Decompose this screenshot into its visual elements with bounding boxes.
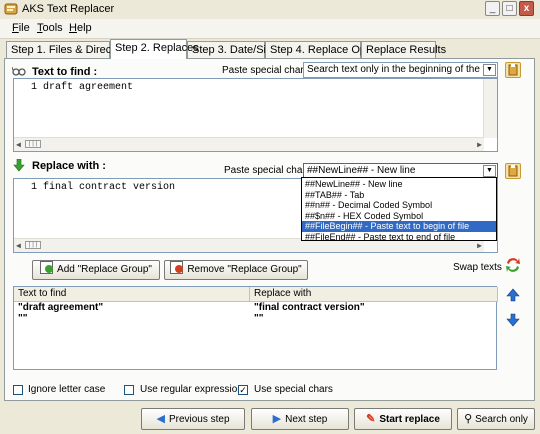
special-char-option[interactable]: ##TAB## - Tab	[302, 190, 496, 201]
remove-replace-group-button[interactable]: Remove "Replace Group"	[164, 260, 308, 280]
next-step-button[interactable]: ▶ Next step	[251, 408, 349, 430]
menu-help-key: H	[69, 22, 77, 34]
ignore-case-checkbox[interactable]	[13, 385, 23, 395]
special-char-value: ##NewLine## - New line	[307, 165, 416, 176]
move-up-button[interactable]	[505, 287, 521, 303]
chevron-down-icon: ▼	[483, 64, 496, 76]
close-button[interactable]: x	[519, 1, 534, 16]
find-text-editor[interactable]: 1 draft agreement ◀ ||| ▶	[13, 78, 498, 152]
find-horizontal-scrollbar[interactable]: ◀ ||| ▶	[14, 137, 484, 151]
cell-replace: "final contract version"	[254, 302, 365, 313]
find-vertical-scrollbar[interactable]	[483, 79, 497, 138]
regex-label: Use regular expressions	[140, 384, 248, 395]
previous-step-label: Previous step	[168, 414, 230, 425]
swap-icon	[506, 258, 520, 272]
hammer-icon: ✎	[366, 413, 376, 425]
scroll-thumb[interactable]: |||	[25, 140, 41, 148]
menu-tools[interactable]: Tools	[37, 22, 63, 34]
special-char-option[interactable]: ##NewLine## - New line	[302, 179, 496, 190]
clipboard-icon	[508, 64, 518, 76]
swap-texts-button[interactable]	[504, 256, 522, 274]
column-header-find[interactable]: Text to find	[14, 287, 250, 302]
tab-replaces[interactable]: Step 2. Replaces	[110, 39, 199, 59]
find-text-value: draft agreement	[43, 82, 134, 93]
menu-file[interactable]: File	[12, 22, 30, 34]
find-mode-select[interactable]: Search text only in the beginning of the…	[303, 62, 498, 78]
search-only-label: Search only	[475, 414, 528, 425]
special-chars-label: Use special chars	[254, 384, 333, 395]
cell-replace: ""	[254, 313, 264, 324]
find-glasses-icon	[12, 66, 26, 76]
column-header-replace[interactable]: Replace with	[250, 287, 498, 302]
tab-replace-options[interactable]: Step 4. Replace Options	[265, 41, 389, 58]
scroll-right-icon: ▶	[477, 242, 482, 251]
add-replace-group-label: Add "Replace Group"	[57, 264, 152, 275]
replace-groups-table: Text to find Replace with "draft agreeme…	[13, 286, 498, 370]
regex-checkbox[interactable]	[124, 385, 134, 395]
menu-help[interactable]: Help	[69, 22, 92, 34]
add-replace-group-button[interactable]: Add "Replace Group"	[32, 260, 160, 280]
special-char-dropdown: ##NewLine## - New line ##TAB## - Tab ##n…	[301, 177, 497, 241]
replace-paste-label: Paste special char	[224, 165, 306, 176]
swap-texts-label: Swap texts	[453, 262, 502, 273]
title-bar: AKS Text Replacer _ □ x	[0, 0, 540, 19]
find-paste-label: Paste special char	[222, 65, 304, 76]
scroll-left-icon: ◀	[16, 242, 21, 251]
find-line-number: 1	[31, 82, 38, 93]
start-replace-label: Start replace	[379, 414, 440, 425]
special-char-option[interactable]: ##$n## - HEX Coded Symbol	[302, 211, 496, 222]
special-char-option-selected[interactable]: ##FileBegin## - Paste text to begin of f…	[302, 221, 496, 232]
remove-replace-group-label: Remove "Replace Group"	[187, 264, 302, 275]
chevron-down-icon: ▼	[483, 165, 496, 177]
arrow-up-icon	[506, 288, 520, 302]
search-icon: ⚲	[464, 413, 473, 425]
arrow-left-icon: ◀	[156, 413, 165, 425]
green-down-arrow-icon	[13, 159, 25, 172]
scroll-right-icon: ▶	[477, 141, 482, 150]
arrow-down-icon	[506, 313, 520, 327]
special-char-option[interactable]: ##FileEnd## - Paste text to end of file	[302, 232, 496, 243]
cell-find: "draft agreement"	[18, 302, 104, 313]
start-replace-button[interactable]: ✎ Start replace	[354, 408, 452, 430]
menu-file-key: F	[12, 22, 19, 34]
minimize-button[interactable]: _	[485, 1, 500, 16]
navigation-bar: ◀ Previous step ▶ Next step ✎ Start replace…	[0, 404, 540, 434]
menu-file-rest: ile	[18, 22, 30, 34]
special-char-option[interactable]: ##n## - Decimal Coded Symbol	[302, 200, 496, 211]
find-mode-value: Search text only in the beginning of the…	[307, 64, 496, 75]
scroll-thumb[interactable]: |||	[25, 241, 41, 249]
table-row[interactable]: "" ""	[14, 313, 496, 325]
replace-label: Replace with :	[32, 160, 106, 172]
app-icon	[4, 3, 18, 15]
remove-document-icon	[170, 261, 184, 274]
next-step-label: Next step	[285, 414, 328, 425]
menu-tools-rest: ools	[42, 22, 63, 34]
tab-replace-results[interactable]: Replace Results	[361, 41, 446, 58]
replace-line-number: 1	[31, 182, 38, 193]
search-only-button[interactable]: ⚲ Search only	[457, 408, 535, 430]
tab-files-directories[interactable]: Step 1. Files & Directories	[6, 41, 138, 58]
special-chars-checkbox[interactable]: ✓	[238, 385, 248, 395]
ignore-case-label: Ignore letter case	[28, 384, 106, 395]
menu-help-rest: elp	[76, 22, 92, 34]
paste-special-find-button[interactable]	[505, 62, 521, 78]
scroll-left-icon: ◀	[16, 141, 21, 150]
maximize-button[interactable]: □	[502, 1, 517, 16]
add-badge-icon	[45, 265, 54, 273]
remove-badge-icon	[175, 265, 184, 273]
move-down-button[interactable]	[505, 312, 521, 328]
clipboard-icon	[508, 165, 518, 177]
checkmark-icon: ✓	[239, 385, 247, 395]
add-document-icon	[40, 261, 54, 274]
arrow-right-icon: ▶	[272, 413, 282, 425]
cell-find: ""	[18, 313, 28, 324]
find-label: Text to find :	[32, 66, 98, 78]
previous-step-button[interactable]: ◀ Previous step	[141, 408, 245, 430]
menu-bar: File Tools Help	[0, 19, 540, 39]
replace-text-value: final contract version	[43, 182, 176, 193]
window-title: AKS Text Replacer	[22, 3, 115, 15]
paste-special-replace-button[interactable]	[505, 163, 521, 179]
